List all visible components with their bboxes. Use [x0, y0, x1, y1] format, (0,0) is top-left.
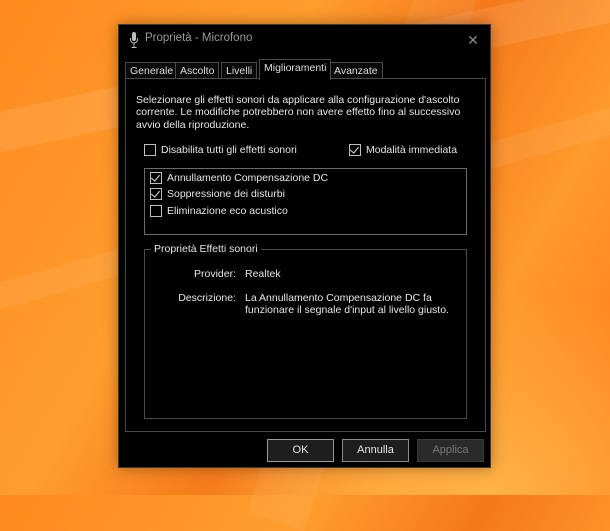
window-title: Proprietà - Microfono [145, 32, 253, 44]
checkbox-box[interactable] [150, 188, 162, 200]
apply-button[interactable]: Applica [417, 439, 484, 462]
microphone-icon [130, 32, 138, 48]
description-value: La Annullamento Compensazione DC fa funz… [245, 292, 449, 317]
effect-label: Soppressione dei disturbi [167, 188, 285, 200]
close-icon[interactable]: ✕ [462, 29, 484, 51]
effects-list[interactable]: Annullamento Compensazione DC Soppressio… [144, 168, 467, 235]
effect-label: Eliminazione eco acustico [167, 205, 288, 217]
checkbox-box[interactable] [349, 144, 361, 156]
provider-label: Provider: [193, 268, 236, 280]
checkbox-box[interactable] [150, 172, 162, 184]
immediate-mode-checkbox[interactable]: Modalità immediata [349, 144, 457, 156]
provider-value: Realtek [245, 268, 281, 280]
effect-echo-cancellation-checkbox[interactable]: Eliminazione eco acustico [150, 205, 288, 217]
effect-dc-offset-checkbox[interactable]: Annullamento Compensazione DC [150, 172, 328, 184]
tab-miglioramenti[interactable]: Miglioramenti [259, 59, 332, 80]
description-label: Descrizione: [178, 292, 236, 304]
effect-properties-group: Proprietà Effetti sonori Provider: Realt… [144, 243, 467, 419]
effect-label: Annullamento Compensazione DC [167, 172, 329, 184]
ok-button[interactable]: OK [267, 439, 334, 462]
checkbox-box[interactable] [144, 144, 156, 156]
disable-all-effects-checkbox[interactable]: Disabilita tutti gli effetti sonori [144, 144, 297, 156]
title-bar[interactable]: Proprietà - Microfono ✕ [119, 25, 490, 55]
effect-noise-suppression-checkbox[interactable]: Soppressione dei disturbi [150, 188, 285, 200]
cancel-button[interactable]: Annulla [342, 439, 409, 462]
immediate-mode-label: Modalità immediata [366, 144, 458, 156]
checkbox-box[interactable] [150, 205, 162, 217]
group-legend: Proprietà Effetti sonori [151, 243, 261, 255]
disable-all-effects-label: Disabilita tutti gli effetti sonori [161, 144, 297, 156]
properties-dialog: Proprietà - Microfono ✕ Generale Ascolto… [118, 24, 491, 468]
enhancements-description: Selezionare gli effetti sonori da applic… [136, 94, 461, 131]
